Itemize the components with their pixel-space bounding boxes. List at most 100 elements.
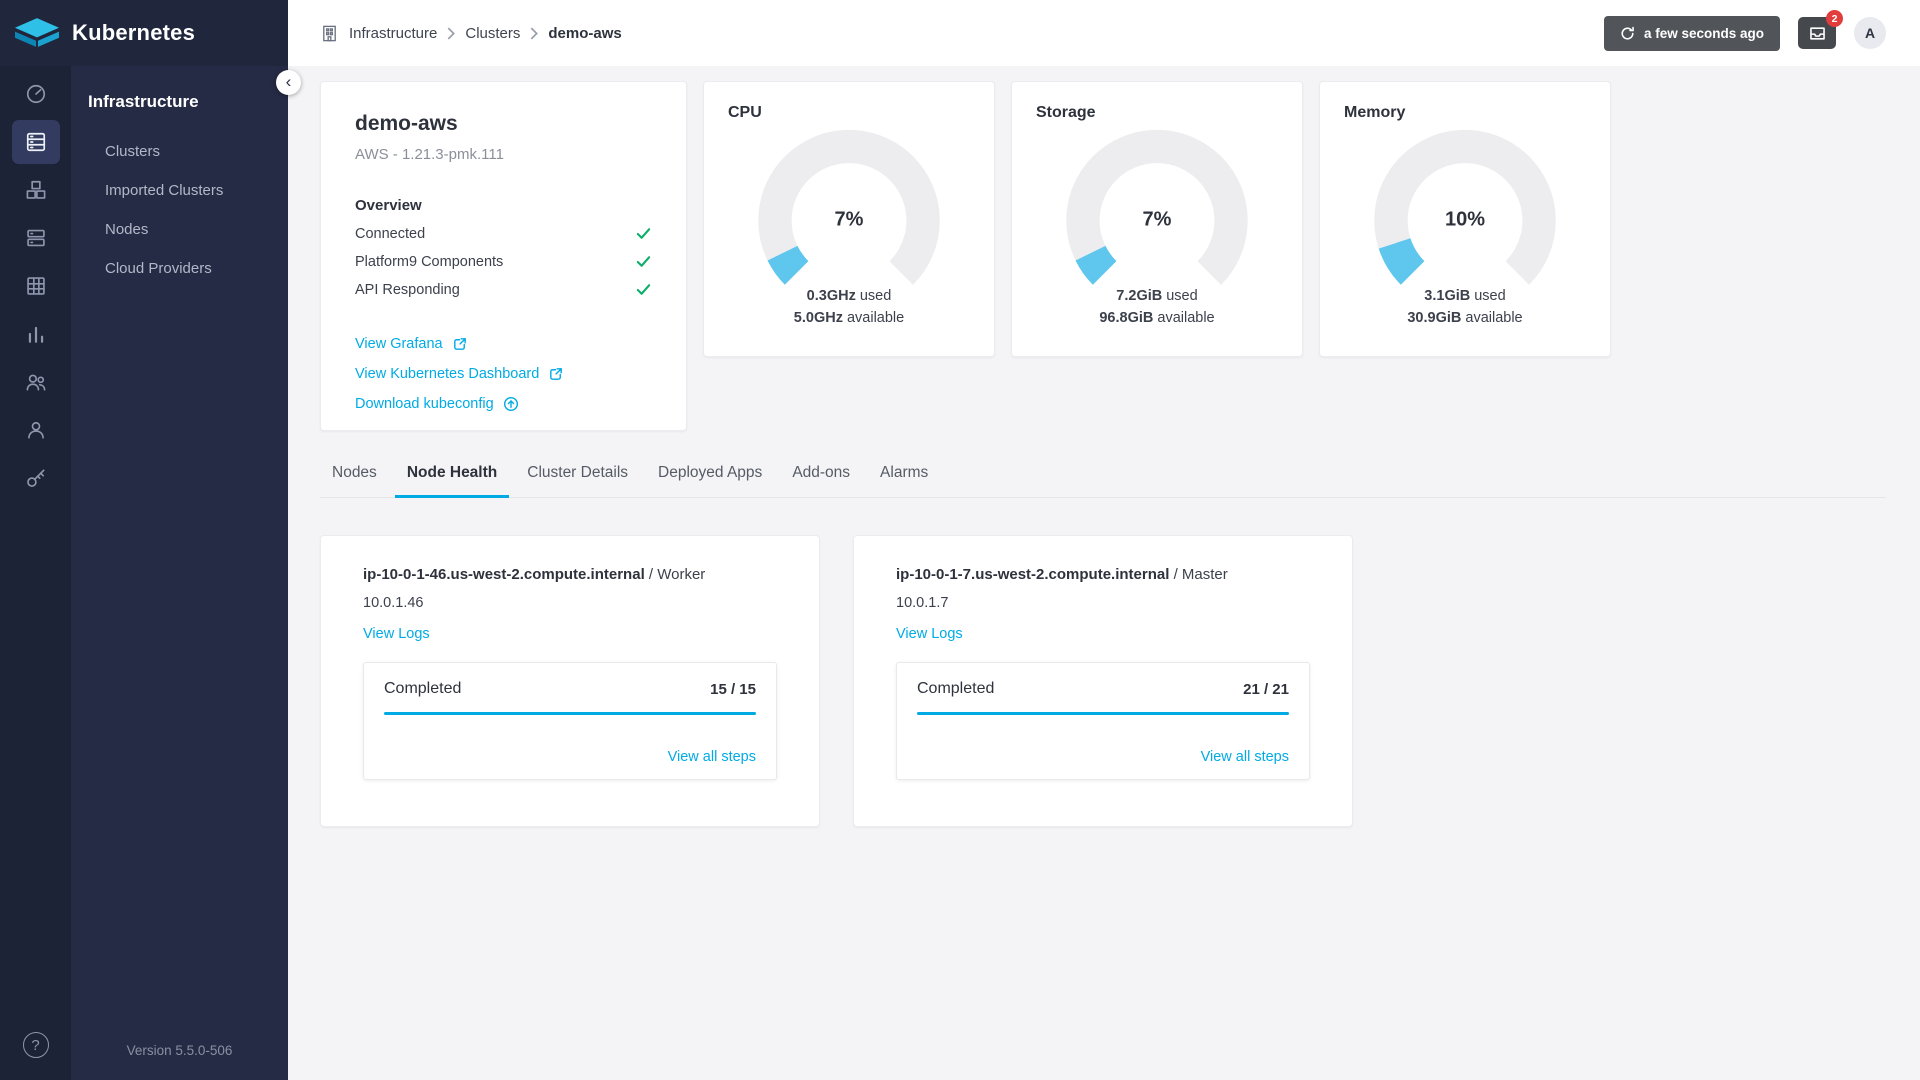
status-label: API Responding [355,281,460,298]
infrastructure-icon [26,132,45,152]
kubernetes-logo-icon [14,17,60,47]
tab-add-ons[interactable]: Add-ons [780,464,862,497]
breadcrumb-clusters[interactable]: Clusters [465,25,520,42]
cluster-overview-card: demo-aws AWS - 1.21.3-pmk.111 Overview C… [320,81,687,431]
external-link-icon [453,338,466,350]
status-row-connected: Connected [355,225,652,242]
node-host-line: ip-10-0-1-7.us-west-2.compute.internal /… [896,566,1310,583]
used-label: used [1162,288,1198,304]
view-all-steps-link[interactable]: View all steps [668,749,756,765]
gauge-percent: 7% [1142,208,1172,231]
sidebar-item-clusters[interactable]: Clusters [71,132,288,171]
view-logs-link[interactable]: View Logs [363,626,430,642]
icon-rail: ? [0,66,71,1080]
check-icon [636,228,651,239]
sidebar-item-nodes[interactable]: Nodes [71,210,288,249]
tab-node-health[interactable]: Node Health [394,464,510,498]
steps-head: Completed 15 / 15 [384,680,756,698]
rail-item-api-keys[interactable] [12,456,60,500]
storage-gauge: 7% [1052,128,1262,286]
help-icon[interactable]: ? [22,1032,49,1058]
rail-item-nodes[interactable] [12,216,60,260]
steps-head: Completed 21 / 21 [917,680,1289,698]
cpu-usage-card: CPU 7% 0.3GHz used 5.0GHz available [703,81,995,357]
node-card-worker: ip-10-0-1-46.us-west-2.compute.internal … [320,535,820,827]
app-root: Kubernetes ? Infrastructure Clusters Imp… [0,0,1920,1080]
gauge-percent: 10% [1444,208,1486,231]
node-role: / Worker [644,566,706,583]
status-label: Connected [355,225,426,242]
download-icon [503,396,518,412]
chevron-right-icon [447,26,456,40]
tab-alarms[interactable]: Alarms [868,464,940,497]
breadcrumb: Infrastructure Clusters demo-aws [320,24,622,43]
refresh-button[interactable]: a few seconds ago [1603,15,1780,51]
refresh-icon [1621,26,1634,40]
download-kubeconfig-link[interactable]: Download kubeconfig [355,396,652,412]
used-value: 7.2GiB [1116,288,1163,304]
server-icon [26,229,45,247]
rail-item-dashboard[interactable] [12,72,60,116]
tab-cluster-details[interactable]: Cluster Details [515,464,640,497]
rail-item-storage[interactable] [12,264,60,308]
gauge-stats: 0.3GHz used 5.0GHz available [728,288,970,332]
status-row-api-responding: API Responding [355,281,652,298]
sidebar-collapse-button[interactable]: ‹ [276,70,301,95]
rail-item-tenants[interactable] [12,360,60,404]
user-icon [27,421,44,439]
tab-deployed-apps[interactable]: Deployed Apps [646,464,774,497]
sidebar-submenu: Infrastructure Clusters Imported Cluster… [71,66,288,1080]
rail-item-users[interactable] [12,408,60,452]
inbox-icon [1809,26,1825,40]
breadcrumb-infrastructure[interactable]: Infrastructure [349,25,437,42]
steps-panel: Completed 15 / 15 View all steps [363,662,777,780]
view-grafana-link[interactable]: View Grafana [355,336,652,352]
available-label: available [1153,310,1215,326]
view-all-steps-link[interactable]: View all steps [1201,749,1289,765]
tab-nodes[interactable]: Nodes [320,464,389,497]
steps-panel: Completed 21 / 21 View all steps [896,662,1310,780]
node-role: / Master [1169,566,1228,583]
available-value: 5.0GHz [793,310,843,326]
view-logs-link[interactable]: View Logs [896,626,963,642]
steps-label: Completed [917,680,995,697]
avatar[interactable]: A [1854,17,1886,49]
sidebar-item-cloud-providers[interactable]: Cloud Providers [71,249,288,288]
rail-item-infrastructure[interactable] [11,120,60,164]
gauge-title: Storage [1036,104,1096,121]
bar-chart-icon [28,326,43,343]
gauge-title: Memory [1344,104,1406,121]
key-icon [26,469,45,487]
chevron-right-icon [530,26,539,40]
memory-usage-card: Memory 10% 3.1GiB used 30.9GiB available [1319,81,1611,357]
node-hostname: ip-10-0-1-46.us-west-2.compute.internal [363,566,645,583]
external-link-icon [550,368,563,380]
steps-count: 15 / 15 [710,680,756,698]
topbar-actions: a few seconds ago 2 A [1603,10,1886,51]
storage-usage-card: Storage 7% 7.2GiB used 96.8GiB available [1011,81,1303,357]
notifications-button[interactable]: 2 [1798,10,1843,49]
version-label: Version 5.5.0-506 [126,1043,233,1058]
available-value: 30.9GiB [1407,310,1462,326]
apps-icon [26,180,45,199]
link-label: Download kubeconfig [355,396,494,412]
steps-count: 21 / 21 [1243,680,1289,698]
gauge-stats: 7.2GiB used 96.8GiB available [1036,288,1278,332]
node-health-row: ip-10-0-1-46.us-west-2.compute.internal … [320,535,1886,827]
status-label: Platform9 Components [355,253,504,270]
view-kubernetes-dashboard-link[interactable]: View Kubernetes Dashboard [355,366,652,382]
node-card-master: ip-10-0-1-7.us-west-2.compute.internal /… [853,535,1353,827]
steps-progress-fill [917,712,1289,715]
node-hostname: ip-10-0-1-7.us-west-2.compute.internal [896,566,1170,583]
rail-item-apps[interactable] [12,168,60,212]
sidebar-item-imported-clusters[interactable]: Imported Clusters [71,171,288,210]
top-bar: Infrastructure Clusters demo-aws a few s… [288,0,1920,66]
cpu-gauge: 7% [744,128,954,286]
steps-progress-fill [384,712,756,715]
notification-badge: 2 [1826,10,1843,27]
gauge-stats: 3.1GiB used 30.9GiB available [1344,288,1586,332]
grid-table-icon [26,277,45,295]
check-icon [636,256,651,267]
memory-gauge: 10% [1360,128,1570,286]
rail-item-monitoring[interactable] [12,312,60,356]
